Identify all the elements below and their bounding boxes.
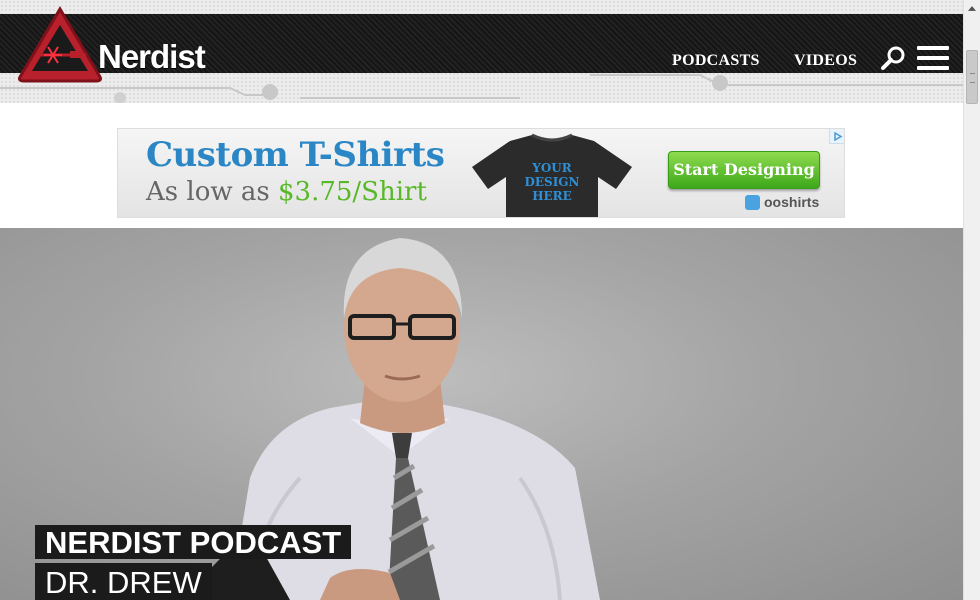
top-navbar: Nerdist PODCASTS VIDEOS [0, 14, 963, 76]
scroll-grip-icon [970, 73, 975, 83]
nav-podcasts-link[interactable]: PODCASTS [672, 52, 760, 70]
ad-brand: ooshirts [764, 194, 820, 210]
vertical-scrollbar[interactable] [963, 0, 980, 600]
ad-subline: As low as $3.75/Shirt [146, 177, 427, 207]
scrollbar-thumb[interactable] [966, 50, 978, 104]
ad-sub-prefix: As low as [146, 177, 278, 207]
ooshirts-logo-icon [745, 195, 760, 210]
search-icon[interactable] [880, 45, 906, 71]
ad-price: $3.75/Shirt [277, 177, 427, 207]
ad-headline: Custom T-Shirts [146, 135, 445, 175]
nerdist-logo-text[interactable]: Nerdist [98, 38, 206, 76]
hamburger-menu-icon[interactable] [917, 46, 949, 70]
hero-title[interactable]: DR. DREW [35, 563, 212, 600]
tshirt-text: YOUR DESIGN HERE [524, 161, 580, 203]
scroll-up-arrow-icon[interactable] [964, 0, 980, 16]
tshirt-image: YOUR DESIGN HERE [470, 133, 634, 217]
start-designing-button[interactable]: Start Designing [668, 151, 820, 189]
hero-feature[interactable]: NERDIST PODCAST DR. DREW [0, 228, 963, 600]
nav-videos-link[interactable]: VIDEOS [794, 52, 857, 70]
tshirt-ad-banner[interactable]: Custom T-Shirts As low as $3.75/Shirt YO… [117, 128, 845, 218]
hero-kicker-label[interactable]: NERDIST PODCAST [35, 525, 352, 560]
adchoices-icon[interactable] [829, 129, 844, 144]
nerdist-logo-icon[interactable] [16, 5, 104, 83]
